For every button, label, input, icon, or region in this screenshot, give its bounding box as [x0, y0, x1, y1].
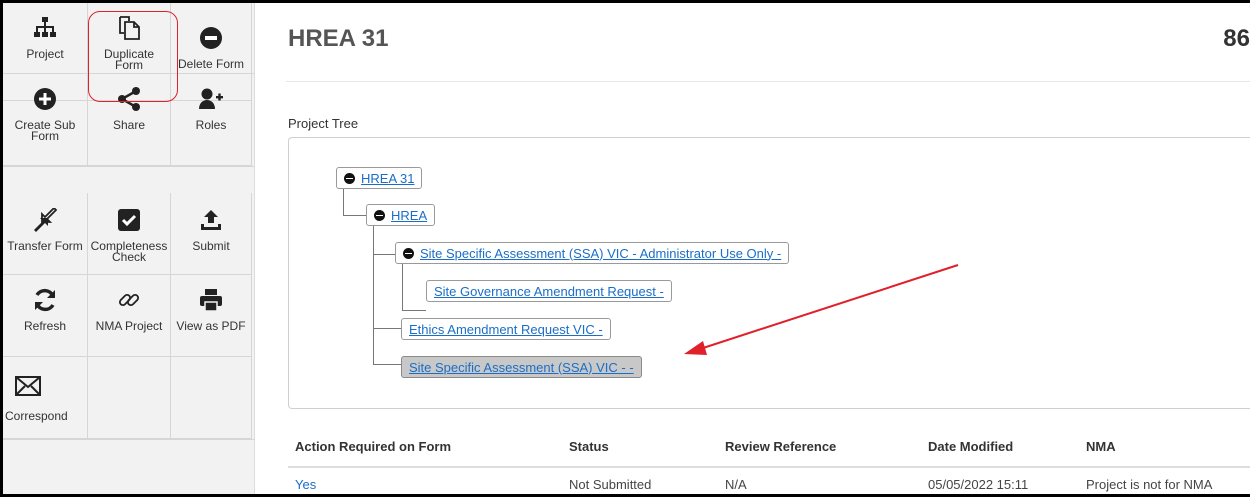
empty-tile	[88, 357, 171, 439]
share-button[interactable]: Share	[88, 74, 171, 166]
upload-icon	[198, 207, 224, 233]
tree-connector	[373, 255, 401, 329]
page-number: 86	[1223, 25, 1250, 52]
project-tree: HREA 31 HREA Site Specific Assessment (S…	[288, 137, 1250, 409]
toolbar-grid-2: Create Sub Form Share Roles	[3, 74, 254, 167]
tree-node-ethics-amendment[interactable]: Ethics Amendment Request VIC -	[401, 318, 611, 340]
main-panel: HREA 31 86 Project Tree HREA 31 HREA Sit…	[259, 3, 1250, 494]
duplicate-label: Duplicate Form	[103, 47, 155, 72]
collapse-icon[interactable]	[344, 172, 355, 184]
col-header-status: Status	[569, 439, 609, 454]
view-pdf-label: View as PDF	[176, 319, 246, 333]
add-user-icon	[198, 86, 224, 112]
collapse-icon[interactable]	[403, 247, 414, 259]
sitemap-icon	[32, 15, 58, 41]
correspond-label: Correspond	[5, 409, 68, 423]
minus-circle-icon	[198, 25, 224, 51]
checkbox-icon	[116, 207, 142, 233]
print-icon	[198, 287, 224, 313]
transfer-icon	[32, 207, 58, 233]
submit-button[interactable]: Submit	[171, 193, 252, 275]
nma-project-label: NMA Project	[95, 319, 163, 333]
link-icon	[116, 287, 142, 313]
tree-node-link[interactable]: HREA	[391, 208, 427, 223]
toolbar-row-3: Transfer Form Completeness Check Submit …	[3, 193, 255, 440]
tree-connector	[343, 189, 366, 216]
cell-status: Not Submitted	[569, 477, 652, 492]
tree-node-ssa-vic[interactable]: Site Specific Assessment (SSA) VIC - -	[401, 356, 642, 378]
view-as-pdf-button[interactable]: View as PDF	[171, 275, 252, 357]
share-icon	[116, 86, 142, 112]
page-title: HREA 31	[288, 25, 389, 52]
create-sub-label: Create Sub Form	[14, 118, 76, 143]
tree-node-ssa-admin[interactable]: Site Specific Assessment (SSA) VIC - Adm…	[395, 242, 790, 264]
create-sub-form-button[interactable]: Create Sub Form	[3, 74, 88, 166]
table-header-divider	[288, 466, 1250, 468]
tree-node-link[interactable]: Site Governance Amendment Request -	[434, 284, 664, 299]
project-tree-label: Project Tree	[288, 116, 359, 131]
col-header-nma: NMA	[1086, 439, 1116, 454]
toolbar-grid: Project Duplicate Form Delete Form	[3, 3, 254, 101]
refresh-label: Refresh	[23, 319, 67, 333]
envelope-icon	[15, 373, 41, 399]
delete-label: Delete Form	[177, 57, 245, 71]
collapse-icon[interactable]	[374, 209, 385, 221]
nma-project-button[interactable]: NMA Project	[88, 275, 171, 357]
transfer-form-button[interactable]: Transfer Form	[3, 193, 88, 275]
project-label: Project	[26, 47, 64, 61]
title-divider	[286, 81, 1250, 82]
completeness-check-button[interactable]: Completeness Check	[88, 193, 171, 275]
completeness-label: Completeness Check	[90, 239, 168, 264]
toolbar-grid-3: Transfer Form Completeness Check Submit …	[3, 193, 255, 440]
cell-nma: Project is not for NMA	[1086, 477, 1213, 492]
submit-label: Submit	[192, 239, 230, 253]
tree-node-link[interactable]: HREA 31	[361, 171, 414, 186]
tree-node-hrea31[interactable]: HREA 31	[336, 167, 423, 189]
tree-connector	[402, 263, 426, 311]
correspond-button[interactable]: Correspond	[3, 357, 88, 439]
duplicate-icon	[116, 15, 142, 41]
tree-node-site-governance[interactable]: Site Governance Amendment Request -	[426, 280, 672, 302]
tree-node-hrea[interactable]: HREA	[366, 204, 436, 226]
plus-circle-icon	[32, 86, 58, 112]
col-header-action: Action Required on Form	[295, 439, 451, 454]
tree-connector	[373, 329, 401, 365]
roles-label: Roles	[195, 118, 227, 132]
empty-tile	[171, 357, 252, 439]
share-label: Share	[112, 118, 146, 132]
tree-node-link[interactable]: Site Specific Assessment (SSA) VIC - -	[409, 360, 634, 375]
tree-node-link[interactable]: Ethics Amendment Request VIC -	[409, 322, 603, 337]
cell-action-link[interactable]: Yes	[295, 477, 316, 492]
col-header-date: Date Modified	[928, 439, 1014, 454]
tree-node-link[interactable]: Site Specific Assessment (SSA) VIC - Adm…	[420, 246, 781, 261]
roles-button[interactable]: Roles	[171, 74, 252, 166]
refresh-icon	[32, 287, 58, 313]
refresh-button[interactable]: Refresh	[3, 275, 88, 357]
transfer-label: Transfer Form	[7, 239, 83, 253]
cell-review-ref: N/A	[725, 477, 747, 492]
col-header-review-ref: Review Reference	[725, 439, 837, 454]
app-frame: Project Duplicate Form Delete Form Creat…	[0, 0, 1250, 497]
cell-date: 05/05/2022 15:11	[928, 477, 1029, 492]
